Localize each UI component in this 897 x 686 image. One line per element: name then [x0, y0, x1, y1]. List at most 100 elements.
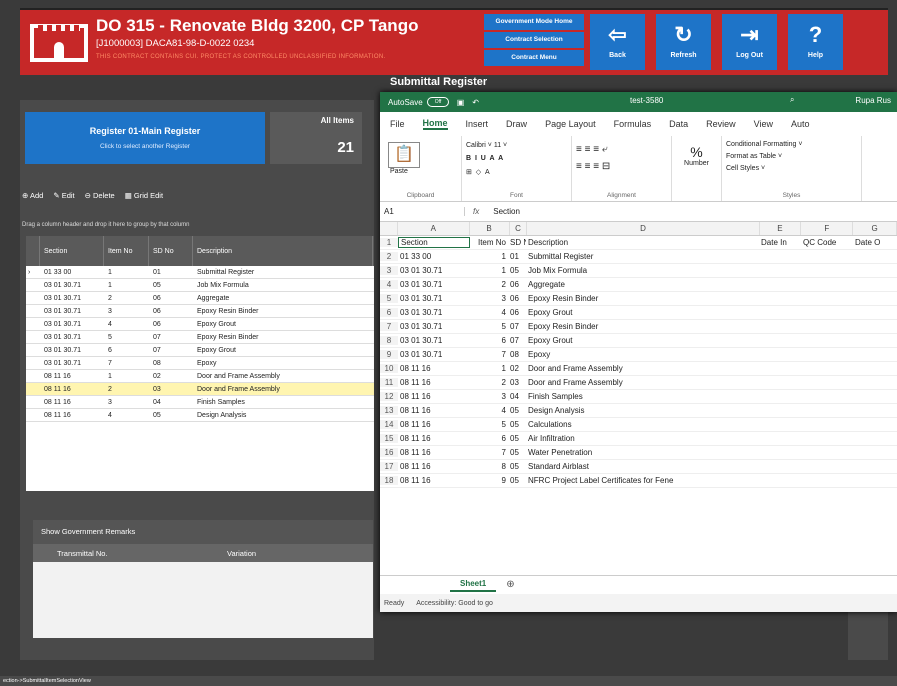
undo-icon[interactable]: ↶: [472, 98, 479, 107]
bold-italic-underline[interactable]: B I U A A: [466, 155, 567, 162]
row-number[interactable]: 16: [380, 448, 398, 457]
sheet-cell[interactable]: 1: [470, 364, 508, 373]
sheet-cell[interactable]: 04: [508, 392, 526, 401]
sheet-cell[interactable]: 6: [470, 434, 508, 443]
conditional-formatting[interactable]: Conditional Formatting ˅: [726, 141, 857, 148]
table-row[interactable]: 08 11 16 2 03 Door and Frame Assembly: [26, 383, 374, 396]
format-as-table[interactable]: Format as Table ˅: [726, 153, 857, 160]
row-number[interactable]: 3: [380, 266, 398, 275]
select-all-corner[interactable]: [380, 222, 398, 235]
sheet-cell[interactable]: 01 33 00: [398, 252, 470, 261]
sheet-cell[interactable]: 03 01 30.71: [398, 322, 470, 331]
sheet-cell[interactable]: 06: [508, 294, 526, 303]
paste-icon[interactable]: 📋: [388, 142, 420, 168]
sheet-cell[interactable]: 03 01 30.71: [398, 308, 470, 317]
sheet-cell[interactable]: Epoxy: [526, 350, 759, 359]
table-row[interactable]: 03 01 30.71 3 06 Epoxy Resin Binder: [26, 305, 374, 318]
table-row[interactable]: 08 11 16 1 02 Door and Frame Assembly: [26, 370, 374, 383]
sheet-cell[interactable]: 6: [470, 336, 508, 345]
government-remarks-toggle[interactable]: Show Government Remarks: [33, 520, 373, 544]
sheet-cell[interactable]: 4: [470, 308, 508, 317]
borders-fill-icon[interactable]: ⊞ ◇ A: [466, 168, 567, 176]
column-header[interactable]: D: [527, 222, 760, 235]
sheet-cell[interactable]: Finish Samples: [526, 392, 759, 401]
number-group[interactable]: % Number: [672, 136, 722, 201]
sheet-cell[interactable]: 05: [508, 434, 526, 443]
col-sd-no[interactable]: SD No: [149, 236, 193, 266]
tab-draw[interactable]: Draw: [506, 119, 527, 129]
column-header[interactable]: G: [853, 222, 897, 235]
sheet-cell[interactable]: 05: [508, 420, 526, 429]
sheet-cell[interactable]: 1: [470, 266, 508, 275]
row-number[interactable]: 2: [380, 252, 398, 261]
logout-button[interactable]: ⇥ Log Out: [722, 14, 777, 70]
column-header[interactable]: A: [398, 222, 470, 235]
sheet-cell[interactable]: 7: [470, 448, 508, 457]
row-number[interactable]: 11: [380, 378, 398, 387]
row-number[interactable]: 4: [380, 280, 398, 289]
sheet-cell[interactable]: Door and Frame Assembly: [526, 378, 759, 387]
grid-edit-button[interactable]: ▦ Grid Edit: [125, 191, 163, 200]
sheet-cell[interactable]: 9: [470, 476, 508, 485]
help-button[interactable]: ? Help: [788, 14, 843, 70]
sheet-cell[interactable]: 03 01 30.71: [398, 280, 470, 289]
sheet-cell[interactable]: Aggregate: [526, 280, 759, 289]
sheet-cell[interactable]: 07: [508, 336, 526, 345]
sheet-cell[interactable]: 7: [470, 350, 508, 359]
sheet-cell[interactable]: 03: [508, 378, 526, 387]
sheet-cell[interactable]: Epoxy Grout: [526, 336, 759, 345]
sheet-cell[interactable]: 08 11 16: [398, 378, 470, 387]
sheet-cell[interactable]: 06: [508, 280, 526, 289]
sheet-cell[interactable]: 05: [508, 476, 526, 485]
save-icon[interactable]: ▣: [457, 98, 465, 107]
worksheet[interactable]: ABCDEFG 1 Section Item No SD No Descript…: [380, 222, 897, 527]
sheet-cell[interactable]: Epoxy Grout: [526, 308, 759, 317]
col-section[interactable]: Section: [40, 236, 104, 266]
tab-auto[interactable]: Auto: [791, 119, 810, 129]
sheet-cell[interactable]: 5: [470, 420, 508, 429]
sheet-cell[interactable]: 08 11 16: [398, 392, 470, 401]
font-name[interactable]: Calibri: [466, 142, 486, 149]
column-header[interactable]: C: [510, 222, 528, 235]
row-number[interactable]: 10: [380, 364, 398, 373]
row-number[interactable]: 15: [380, 434, 398, 443]
row-number[interactable]: 12: [380, 392, 398, 401]
sheet-cell[interactable]: 2: [470, 280, 508, 289]
add-sheet-icon[interactable]: ⊕: [506, 579, 514, 590]
back-button[interactable]: ⇦ Back: [590, 14, 645, 70]
sheet-cell[interactable]: Job Mix Formula: [526, 266, 759, 275]
row-number[interactable]: 9: [380, 350, 398, 359]
column-header[interactable]: B: [470, 222, 510, 235]
row-number[interactable]: 7: [380, 322, 398, 331]
tab-review[interactable]: Review: [706, 119, 736, 129]
table-row[interactable]: 03 01 30.71 6 07 Epoxy Grout: [26, 344, 374, 357]
sheet-cell[interactable]: Epoxy Resin Binder: [526, 294, 759, 303]
sheet-cell[interactable]: 01: [508, 252, 526, 261]
sheet-cell[interactable]: 8: [470, 462, 508, 471]
col-item-no[interactable]: Item No: [104, 236, 149, 266]
autosave-toggle[interactable]: AutoSave Off: [388, 97, 449, 107]
sheet-cell[interactable]: 3: [470, 294, 508, 303]
row-number[interactable]: 5: [380, 294, 398, 303]
sheet-cell[interactable]: 08 11 16: [398, 406, 470, 415]
tab-view[interactable]: View: [754, 119, 773, 129]
row-number[interactable]: 17: [380, 462, 398, 471]
table-row[interactable]: 03 01 30.71 2 06 Aggregate: [26, 292, 374, 305]
sheet-cell[interactable]: 08: [508, 350, 526, 359]
table-row[interactable]: 03 01 30.71 1 05 Job Mix Formula: [26, 279, 374, 292]
sheet-cell[interactable]: 02: [508, 364, 526, 373]
sheet-cell[interactable]: 08 11 16: [398, 434, 470, 443]
sheet-cell[interactable]: 05: [508, 448, 526, 457]
sheet-cell[interactable]: 08 11 16: [398, 462, 470, 471]
table-row[interactable]: › 01 33 00 1 01 Submittal Register: [26, 266, 374, 279]
sheet-cell[interactable]: Submittal Register: [526, 252, 759, 261]
edit-button[interactable]: ✎ Edit: [53, 191, 74, 200]
sheet-cell[interactable]: 05: [508, 406, 526, 415]
name-box[interactable]: A1: [380, 207, 465, 216]
sheet-cell[interactable]: Air Infiltration: [526, 434, 759, 443]
sheet-cell[interactable]: 05: [508, 266, 526, 275]
col-description[interactable]: Description: [193, 236, 373, 266]
sheet-cell[interactable]: 2: [470, 378, 508, 387]
contract-menu-button[interactable]: Contract Menu: [484, 50, 584, 66]
tab-home[interactable]: Home: [422, 118, 448, 130]
